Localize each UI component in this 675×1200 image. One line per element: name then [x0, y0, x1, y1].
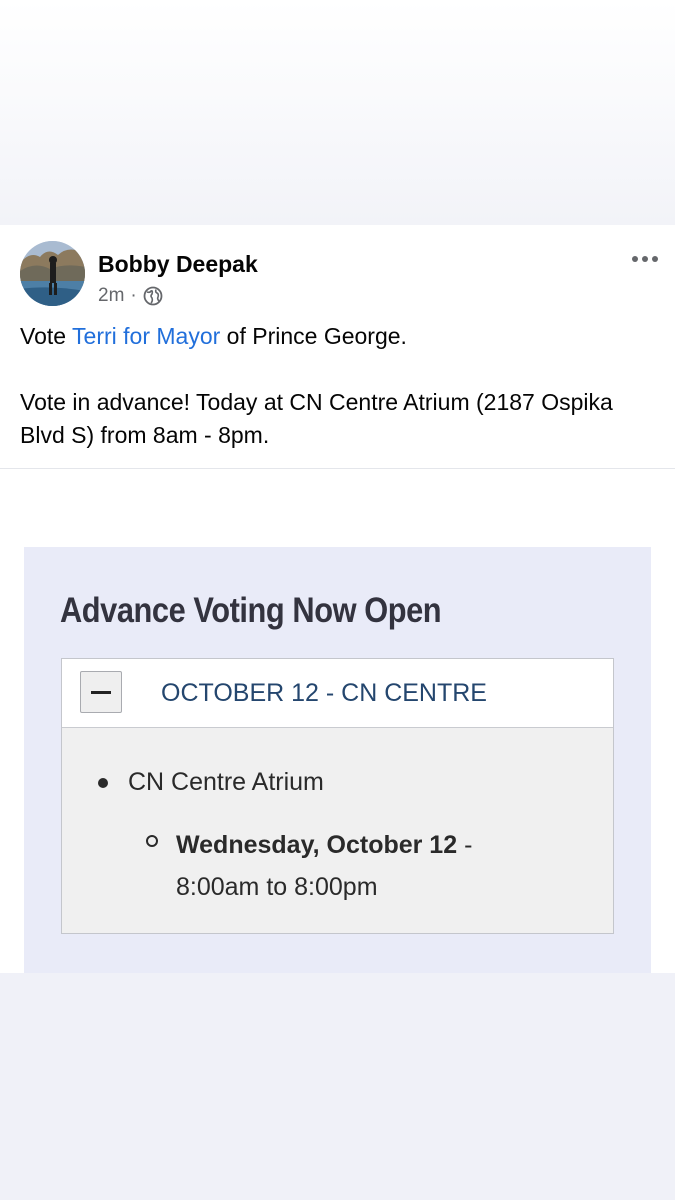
avatar[interactable]	[20, 241, 85, 306]
voting-accordion: OCTOBER 12 - CN CENTRE CN Centre Atrium …	[61, 658, 614, 934]
more-options-button[interactable]	[627, 245, 663, 273]
post-line-1-prefix: Vote	[20, 323, 73, 349]
image-heading: Advance Voting Now Open	[60, 591, 442, 630]
more-dot	[652, 256, 658, 262]
more-dot	[632, 256, 638, 262]
shared-image[interactable]: Advance Voting Now Open OCTOBER 12 - CN …	[24, 547, 651, 973]
post-text: Vote Terri for Mayor of Prince George. V…	[20, 320, 650, 452]
bullet-icon	[98, 777, 108, 788]
collapse-button[interactable]	[80, 671, 122, 713]
accordion-title[interactable]: OCTOBER 12 - CN CENTRE	[161, 679, 487, 708]
terri-for-mayor-link[interactable]: Terri for Mayor	[72, 323, 220, 349]
location-list-item: CN Centre Atrium	[98, 768, 324, 797]
top-blank-area	[0, 0, 675, 225]
schedule-hours: 8:00am to 8:00pm	[176, 873, 378, 901]
hollow-bullet-icon	[146, 835, 158, 847]
post-divider	[0, 468, 675, 469]
post-line-2: Vote in advance! Today at CN Centre Atri…	[20, 389, 613, 448]
avatar-photo	[20, 241, 85, 306]
post-header: Bobby Deepak 2m ·	[20, 241, 660, 307]
schedule-date-separator: -	[457, 831, 473, 859]
post-line-1-suffix: of Prince George.	[220, 323, 407, 349]
accordion-header[interactable]: OCTOBER 12 - CN CENTRE	[62, 659, 613, 728]
meta-separator: ·	[130, 285, 137, 306]
post-meta: 2m ·	[98, 285, 163, 307]
post-line-1: Vote Terri for Mayor of Prince George.	[20, 320, 650, 353]
more-dot	[642, 256, 648, 262]
globe-icon[interactable]	[143, 286, 163, 306]
post-time[interactable]: 2m	[98, 285, 124, 307]
minus-icon	[91, 691, 111, 694]
location-name: CN Centre Atrium	[128, 768, 324, 796]
schedule-text: Wednesday, October 12 - 8:00am to 8:00pm	[176, 824, 586, 908]
schedule-date: Wednesday, October 12	[176, 831, 458, 859]
facebook-post: Bobby Deepak 2m · Vote Terri for Mayor o…	[0, 225, 675, 973]
author-name[interactable]: Bobby Deepak	[98, 251, 258, 278]
